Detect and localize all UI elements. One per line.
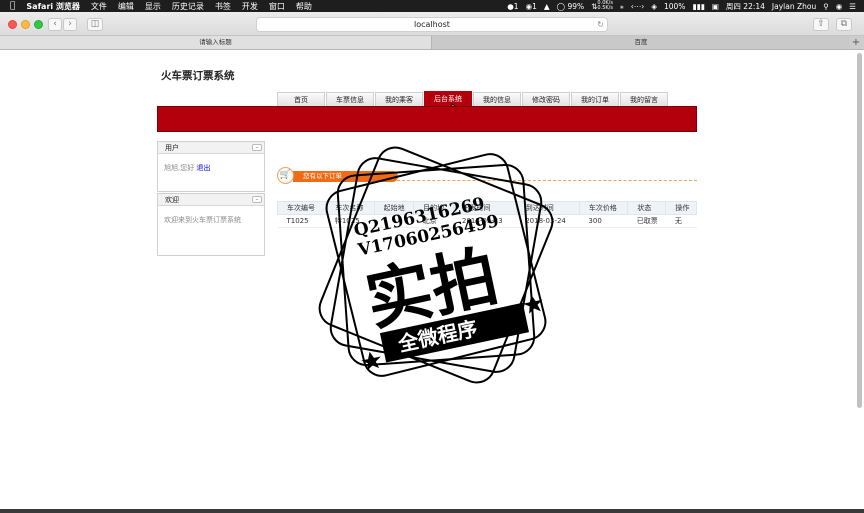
welcome-panel-header: 欢迎 – bbox=[158, 194, 264, 206]
network-speed: ⇅0.0K/s 0.5K/s bbox=[591, 0, 613, 12]
battery-text: 100% bbox=[663, 1, 686, 11]
net-down: 0.5K/s bbox=[597, 5, 613, 11]
back-button[interactable]: ‹ bbox=[48, 18, 62, 31]
cell-action[interactable]: 无 bbox=[665, 214, 697, 228]
collapse-icon[interactable]: – bbox=[252, 196, 262, 203]
notification-icon[interactable]: ▲ bbox=[544, 2, 550, 11]
col-action: 操作 bbox=[665, 201, 697, 215]
siri-icon[interactable]: ◉ bbox=[836, 2, 843, 11]
menu-window[interactable]: 窗口 bbox=[269, 1, 285, 12]
qq-count: 1 bbox=[513, 1, 519, 11]
minimize-window-button[interactable] bbox=[21, 20, 30, 29]
nav-my-messages[interactable]: 我的留言 bbox=[620, 92, 668, 106]
browser-toolbar: ‹ › ◫ localhost ↻ ⇧ ⧉ bbox=[0, 12, 864, 36]
col-status: 状态 bbox=[627, 201, 667, 215]
menu-help[interactable]: 帮助 bbox=[296, 1, 312, 12]
apple-menu-icon[interactable]:  bbox=[10, 1, 15, 11]
col-price: 车次价格 bbox=[578, 201, 629, 215]
spotlight-icon[interactable]: ⚲ bbox=[823, 2, 829, 11]
ring-status-icon[interactable]: ◯ 99% bbox=[557, 2, 584, 11]
new-tab-button[interactable]: + bbox=[850, 36, 862, 49]
shopping-cart-icon: 🛒 bbox=[277, 167, 294, 184]
menu-history[interactable]: 历史记录 bbox=[172, 1, 204, 12]
nav-tickets[interactable]: 车票信息 bbox=[326, 92, 374, 106]
user-panel-body: 旭旭,您好 退出 bbox=[158, 154, 264, 182]
cell-status: 已取票 bbox=[627, 214, 666, 228]
reload-icon[interactable]: ↻ bbox=[597, 18, 604, 31]
tabs-overview-icon[interactable]: ⧉ bbox=[836, 18, 852, 31]
menu-safari[interactable]: Safari 浏览器 bbox=[26, 1, 80, 12]
user-name[interactable]: Jaylan Zhou bbox=[772, 2, 816, 11]
notification-center-icon[interactable]: ☰ bbox=[849, 2, 856, 11]
clock[interactable]: 周四 22:14 bbox=[726, 1, 765, 12]
welcome-text: 欢迎来到火车票订票系统 bbox=[164, 216, 241, 224]
user-greeting: 旭旭,您好 bbox=[164, 164, 195, 172]
qq-status-icon[interactable]: ●1 bbox=[507, 2, 518, 11]
wechat-status-icon[interactable]: ◉1 bbox=[526, 2, 537, 11]
menu-develop[interactable]: 开发 bbox=[242, 1, 258, 12]
user-panel-title: 用户 bbox=[165, 144, 179, 152]
main-nav: 首页 车票信息 我的乘客 后台系统 我的信息 修改密码 我的订单 我的留言 bbox=[277, 91, 668, 106]
wifi-icon[interactable]: ◈ bbox=[651, 2, 657, 11]
page-scrollbar[interactable] bbox=[857, 53, 862, 408]
tab-current[interactable]: 请输入标题 bbox=[0, 36, 432, 49]
macos-menubar:  Safari 浏览器 文件 编辑 显示 历史记录 书签 开发 窗口 帮助 ●… bbox=[0, 0, 864, 12]
share-icon[interactable]: ⇧ bbox=[813, 18, 829, 31]
menu-file[interactable]: 文件 bbox=[91, 1, 107, 12]
screen-bottom-edge bbox=[0, 509, 864, 513]
nav-change-password[interactable]: 修改密码 bbox=[522, 92, 570, 106]
tab-baidu[interactable]: 百度 bbox=[432, 36, 850, 49]
watermark-stamp: Q2196316269 V17060256499 实拍 全微程序 bbox=[318, 146, 554, 384]
address-bar[interactable]: localhost ↻ bbox=[256, 17, 608, 32]
nav-passengers[interactable]: 我的乘客 bbox=[375, 92, 423, 106]
logout-link[interactable]: 退出 bbox=[196, 164, 210, 172]
forward-button[interactable]: › bbox=[63, 18, 77, 31]
cell-price: 300 bbox=[579, 214, 628, 228]
welcome-panel-title: 欢迎 bbox=[165, 196, 179, 204]
zoom-window-button[interactable] bbox=[34, 20, 43, 29]
star-icon bbox=[361, 351, 381, 371]
nav-my-orders[interactable]: 我的订单 bbox=[571, 92, 619, 106]
welcome-panel-body: 欢迎来到火车票订票系统 bbox=[158, 206, 264, 234]
user-panel: 用户 – 旭旭,您好 退出 bbox=[157, 141, 265, 192]
tab-bar: 请输入标题 百度 + bbox=[0, 36, 864, 50]
user-panel-header: 用户 – bbox=[158, 142, 264, 154]
shortcut-icon[interactable]: ▣ bbox=[712, 2, 719, 11]
nav-my-info[interactable]: 我的信息 bbox=[473, 92, 521, 106]
site-title: 火车票订票系统 bbox=[161, 70, 235, 82]
nav-home[interactable]: 首页 bbox=[277, 92, 325, 106]
ring-percent: 99% bbox=[567, 1, 585, 11]
nav-admin[interactable]: 后台系统 bbox=[424, 91, 472, 106]
header-banner bbox=[157, 106, 697, 132]
menu-edit[interactable]: 编辑 bbox=[118, 1, 134, 12]
close-window-button[interactable] bbox=[8, 20, 17, 29]
bluetooth-icon[interactable]: ⁎ bbox=[620, 2, 624, 11]
welcome-panel: 欢迎 – 欢迎来到火车票订票系统 bbox=[157, 193, 265, 256]
menu-view[interactable]: 显示 bbox=[145, 1, 161, 12]
address-text: localhost bbox=[414, 20, 450, 29]
sidebar-toggle-icon[interactable]: ◫ bbox=[87, 18, 103, 31]
battery-icon[interactable]: ▮▮▮ bbox=[692, 2, 704, 11]
code-icon[interactable]: ‹⋯› bbox=[631, 2, 645, 11]
wechat-count: 1 bbox=[532, 1, 537, 11]
menu-bookmarks[interactable]: 书签 bbox=[215, 1, 231, 12]
collapse-icon[interactable]: – bbox=[252, 144, 262, 151]
